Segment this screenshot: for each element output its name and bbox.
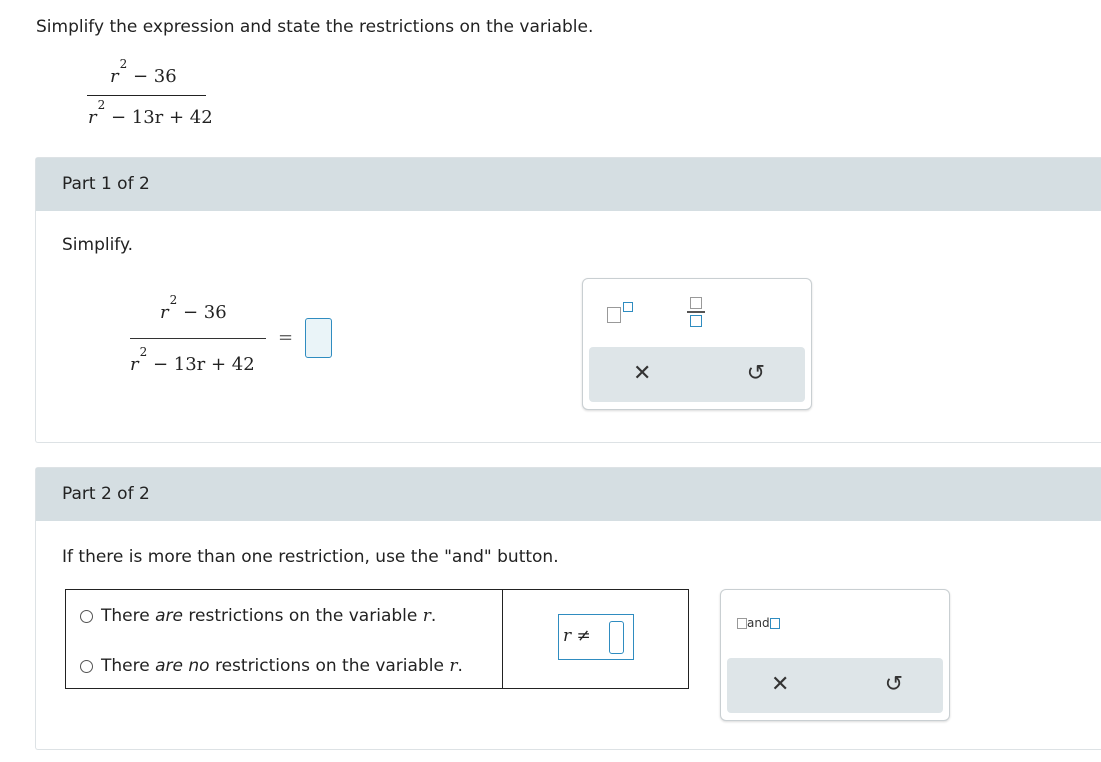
option-no-restrictions[interactable]: There are no restrictions on the variabl… — [80, 656, 463, 676]
equation-denominator: r2 − 13r + 42 — [130, 345, 255, 375]
undo-icon[interactable]: ↺ — [885, 672, 903, 697]
math-toolbar-part-1: ✕ ↺ — [582, 278, 812, 410]
numerator-exponent: 2 — [119, 57, 128, 71]
eq-denominator-variable: r — [130, 354, 139, 375]
clear-icon[interactable]: ✕ — [771, 672, 789, 697]
undo-icon[interactable]: ↺ — [747, 361, 765, 386]
table-divider — [502, 590, 503, 688]
option-label: There are restrictions on the variable r… — [101, 606, 437, 626]
exponent-power-box — [623, 302, 633, 312]
option-label: There are no restrictions on the variabl… — [101, 656, 463, 676]
eq-numerator-rest: − 36 — [177, 302, 227, 323]
part-1-title: Part 1 of 2 — [62, 174, 150, 194]
top-fraction-numerator: r2 − 36 — [110, 57, 177, 87]
equals-sign: = — [278, 327, 294, 348]
math-toolbar-part-2: and ✕ ↺ — [720, 589, 950, 721]
part-2-header: Part 2 of 2 — [36, 468, 1101, 521]
restriction-value-input[interactable] — [609, 621, 624, 654]
fraction-top-box — [690, 297, 702, 309]
simplify-answer-input[interactable] — [305, 318, 332, 358]
eq-numerator-variable: r — [160, 302, 169, 323]
denominator-rest: − 13r + 42 — [105, 107, 213, 128]
and-left-box — [737, 618, 747, 629]
option-has-restrictions[interactable]: There are restrictions on the variable r… — [80, 606, 436, 626]
top-fraction-denominator: r2 − 13r + 42 — [88, 98, 213, 128]
top-fraction-bar — [87, 95, 206, 96]
part-1-header: Part 1 of 2 — [36, 158, 1101, 211]
exponent-base-box — [607, 307, 621, 323]
fraction-bottom-box — [690, 315, 702, 327]
eq-denominator-exponent: 2 — [139, 345, 148, 359]
denominator-variable: r — [88, 107, 97, 128]
eq-denominator-rest: − 13r + 42 — [147, 354, 255, 375]
fraction-line — [687, 311, 705, 313]
restriction-note: If there is more than one restriction, u… — [62, 547, 559, 567]
toolbar-action-bar: ✕ ↺ — [589, 347, 805, 402]
simplify-prompt: Simplify. — [62, 235, 134, 255]
instruction-text: Simplify the expression and state the re… — [36, 17, 594, 37]
restriction-input-field[interactable]: r ≠ — [558, 614, 634, 660]
part-2-title: Part 2 of 2 — [62, 484, 150, 504]
toolbar-action-bar: ✕ ↺ — [727, 658, 943, 713]
fraction-template-icon[interactable] — [687, 295, 707, 335]
equation-fraction-bar — [130, 338, 266, 339]
clear-icon[interactable]: ✕ — [633, 361, 651, 386]
exponent-template-icon[interactable] — [607, 301, 647, 331]
equation-numerator: r2 − 36 — [160, 293, 227, 323]
and-template-icon[interactable]: and — [737, 616, 780, 632]
radio-button[interactable] — [80, 609, 93, 623]
and-label: and — [747, 616, 770, 630]
not-equal-expression: r ≠ — [563, 626, 591, 646]
eq-numerator-exponent: 2 — [169, 293, 178, 307]
numerator-rest: − 36 — [127, 66, 177, 87]
denominator-exponent: 2 — [97, 98, 106, 112]
and-right-box — [769, 618, 780, 629]
radio-button[interactable] — [80, 659, 93, 673]
restriction-choice-table: There are restrictions on the variable r… — [65, 589, 689, 689]
numerator-variable: r — [110, 66, 119, 87]
